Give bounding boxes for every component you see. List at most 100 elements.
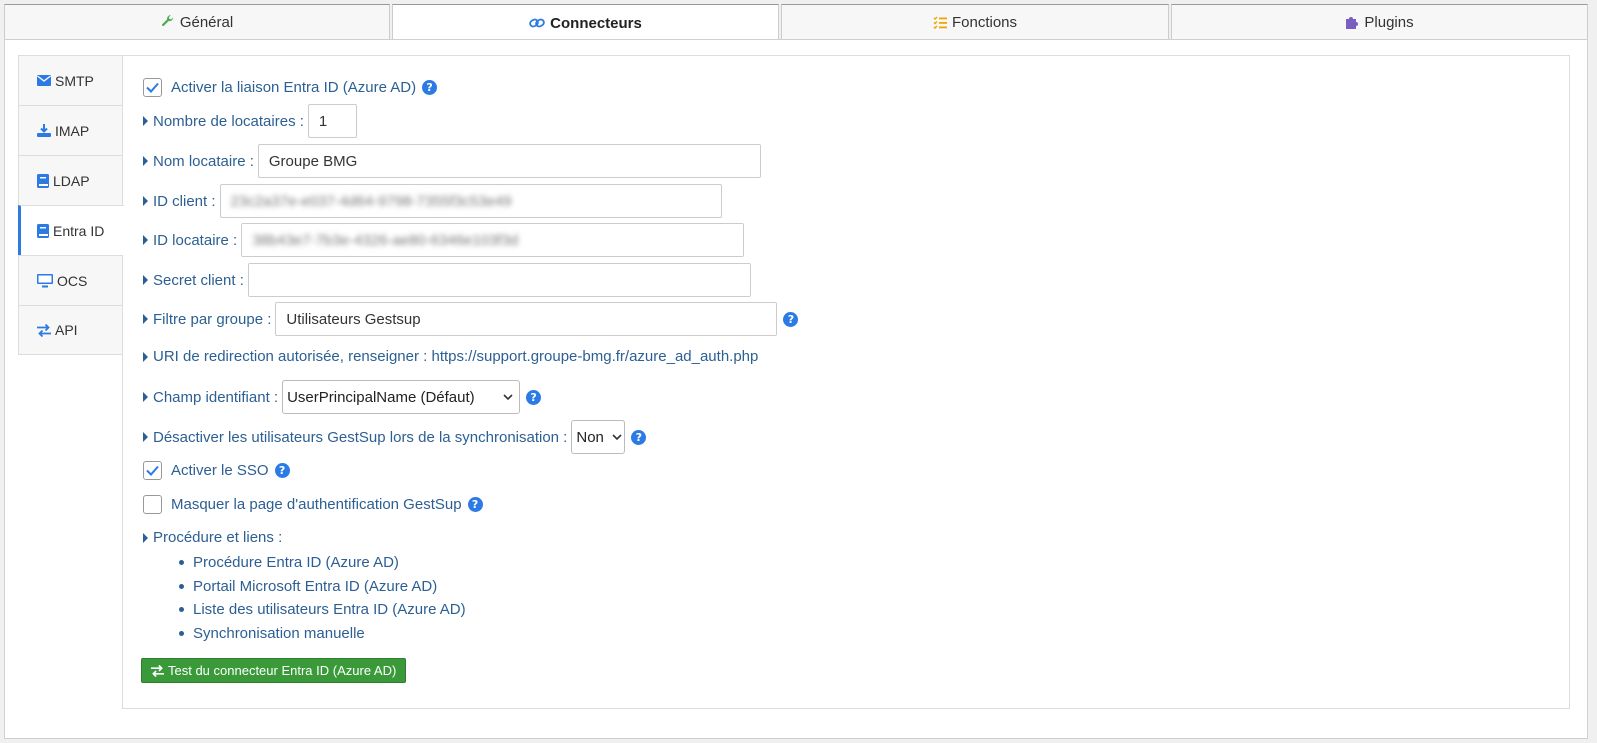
tenant-id-row: ID locataire : 38b43e7-7b3e-4326-ae80-63… bbox=[143, 223, 745, 257]
checkmark-icon bbox=[146, 465, 159, 476]
side-tab-imap[interactable]: IMAP bbox=[18, 105, 123, 155]
caret-right-icon bbox=[143, 532, 148, 543]
help-icon[interactable]: ? bbox=[783, 311, 799, 327]
caret-right-icon bbox=[143, 116, 148, 126]
side-tab-label: SMTP bbox=[55, 72, 94, 89]
disable-users-row: Désactiver les utilisateurs GestSup lors… bbox=[143, 420, 647, 454]
side-tab-label: API bbox=[55, 322, 78, 338]
tenant-count-input[interactable] bbox=[307, 104, 357, 138]
side-tab-label: OCS bbox=[57, 272, 88, 289]
side-tab-label: LDAP bbox=[53, 172, 90, 189]
procedure-row: Procédure et liens : bbox=[143, 529, 282, 546]
client-secret-label: Secret client : bbox=[153, 271, 244, 289]
link-manual-sync[interactable]: Synchronisation manuelle bbox=[179, 622, 466, 646]
help-icon[interactable]: ? bbox=[274, 463, 290, 478]
group-filter-input[interactable] bbox=[275, 302, 778, 336]
tenant-id-value: 38b43e7-7b3e-4326-ae80-6346e103f3d bbox=[252, 231, 519, 249]
wrench-icon bbox=[161, 15, 175, 29]
puzzle-icon bbox=[1345, 15, 1359, 29]
book-icon bbox=[37, 173, 49, 188]
caret-right-icon bbox=[143, 351, 148, 362]
side-tab-label: Entra ID bbox=[53, 222, 105, 239]
tenant-id-label: ID locataire : bbox=[153, 231, 238, 249]
tenant-count-row: Nombre de locataires : bbox=[143, 104, 357, 138]
link-user-list[interactable]: Liste des utilisateurs Entra ID (Azure A… bbox=[179, 598, 466, 622]
redirect-uri-row: URI de redirection autorisée, renseigner… bbox=[143, 348, 758, 365]
tab-connecteurs-label: Connecteurs bbox=[550, 14, 642, 32]
sso-label: Activer le SSO bbox=[171, 462, 269, 479]
caret-right-icon bbox=[143, 156, 148, 166]
client-secret-input[interactable] bbox=[247, 263, 751, 297]
id-field-row: Champ identifiant : UserPrincipalName (D… bbox=[143, 380, 542, 414]
enable-entra-row: Activer la liaison Entra ID (Azure AD) ? bbox=[143, 78, 438, 97]
envelope-icon bbox=[37, 75, 51, 86]
side-tab-smtp[interactable]: SMTP bbox=[18, 55, 123, 105]
caret-right-icon bbox=[143, 392, 148, 402]
client-id-input[interactable]: 23c2a37e-e037-4d64-9798-7355f3c53e49 bbox=[219, 184, 722, 218]
client-id-label: ID client : bbox=[153, 192, 216, 210]
checkmark-icon bbox=[146, 82, 159, 93]
caret-right-icon bbox=[143, 314, 148, 324]
tenant-count-label: Nombre de locataires : bbox=[153, 112, 304, 130]
help-icon[interactable]: ? bbox=[526, 389, 542, 405]
chevron-down-icon bbox=[503, 393, 513, 401]
side-tab-ocs[interactable]: OCS bbox=[18, 255, 123, 305]
side-tab-entra-id[interactable]: Entra ID bbox=[18, 205, 124, 255]
group-filter-row: Filtre par groupe : ? bbox=[143, 302, 799, 336]
book-icon bbox=[37, 223, 49, 238]
enable-entra-label: Activer la liaison Entra ID (Azure AD) bbox=[171, 79, 417, 96]
tab-fonctions[interactable]: Fonctions bbox=[781, 4, 1169, 40]
link-portal[interactable]: Portail Microsoft Entra ID (Azure AD) bbox=[179, 575, 466, 599]
test-connector-button[interactable]: Test du connecteur Entra ID (Azure AD) bbox=[141, 658, 407, 683]
top-tab-bar: Général Connecteurs Fonctions Plugins bbox=[4, 4, 1588, 41]
help-icon[interactable]: ? bbox=[422, 80, 438, 95]
test-connector-label: Test du connecteur Entra ID (Azure AD) bbox=[168, 663, 397, 678]
list-check-icon bbox=[933, 15, 947, 29]
link-procedure[interactable]: Procédure Entra ID (Azure AD) bbox=[179, 551, 466, 575]
desktop-icon bbox=[37, 273, 53, 288]
enable-entra-checkbox[interactable] bbox=[143, 78, 162, 97]
id-field-label: Champ identifiant : bbox=[153, 388, 279, 406]
id-field-selected: UserPrincipalName (Défaut) bbox=[287, 388, 475, 406]
tab-general-label: Général bbox=[179, 13, 234, 31]
tab-plugins-label: Plugins bbox=[1364, 13, 1414, 31]
caret-right-icon bbox=[143, 275, 148, 285]
exchange-icon bbox=[151, 664, 164, 677]
hide-auth-label: Masquer la page d'authentification GestS… bbox=[171, 496, 462, 513]
client-id-value: 23c2a37e-e037-4d64-9798-7355f3c53e49 bbox=[230, 192, 512, 210]
connector-side-tabs: SMTP IMAP LDAP Entra ID OCS API bbox=[18, 55, 124, 355]
chevron-down-icon bbox=[612, 433, 622, 441]
client-secret-row: Secret client : bbox=[143, 263, 751, 297]
caret-right-icon bbox=[143, 235, 148, 245]
tenant-name-label: Nom locataire : bbox=[153, 152, 254, 170]
side-tab-label: IMAP bbox=[55, 122, 90, 139]
exchange-icon bbox=[37, 323, 51, 337]
tenant-name-input[interactable] bbox=[257, 144, 761, 178]
id-field-select[interactable]: UserPrincipalName (Défaut) bbox=[282, 380, 521, 414]
sso-row: Activer le SSO ? bbox=[143, 461, 290, 480]
hide-auth-row: Masquer la page d'authentification GestS… bbox=[143, 495, 483, 514]
group-filter-label: Filtre par groupe : bbox=[153, 310, 272, 328]
procedure-links: Procédure Entra ID (Azure AD) Portail Mi… bbox=[179, 551, 466, 645]
procedure-label: Procédure et liens : bbox=[153, 529, 283, 546]
disable-users-label: Désactiver les utilisateurs GestSup lors… bbox=[153, 428, 568, 446]
tab-fonctions-label: Fonctions bbox=[951, 13, 1018, 31]
caret-right-icon bbox=[143, 432, 148, 442]
tab-general[interactable]: Général bbox=[4, 4, 390, 40]
redirect-uri-text: URI de redirection autorisée, renseigner… bbox=[153, 348, 759, 365]
side-tab-ldap[interactable]: LDAP bbox=[18, 155, 123, 205]
tenant-id-input[interactable]: 38b43e7-7b3e-4326-ae80-6346e103f3d bbox=[241, 223, 745, 257]
caret-right-icon bbox=[143, 196, 148, 206]
disable-users-selected: Non bbox=[576, 428, 604, 446]
tab-plugins[interactable]: Plugins bbox=[1171, 4, 1588, 40]
disable-users-select[interactable]: Non bbox=[571, 420, 626, 454]
entra-id-settings: Activer la liaison Entra ID (Azure AD) ?… bbox=[122, 55, 1570, 709]
side-tab-api[interactable]: API bbox=[18, 305, 123, 355]
tenant-name-row: Nom locataire : bbox=[143, 144, 761, 178]
hide-auth-checkbox[interactable] bbox=[143, 495, 162, 514]
download-icon bbox=[37, 124, 51, 137]
help-icon[interactable]: ? bbox=[631, 429, 647, 445]
sso-checkbox[interactable] bbox=[143, 461, 162, 480]
tab-connecteurs[interactable]: Connecteurs bbox=[392, 4, 779, 41]
help-icon[interactable]: ? bbox=[467, 497, 483, 512]
